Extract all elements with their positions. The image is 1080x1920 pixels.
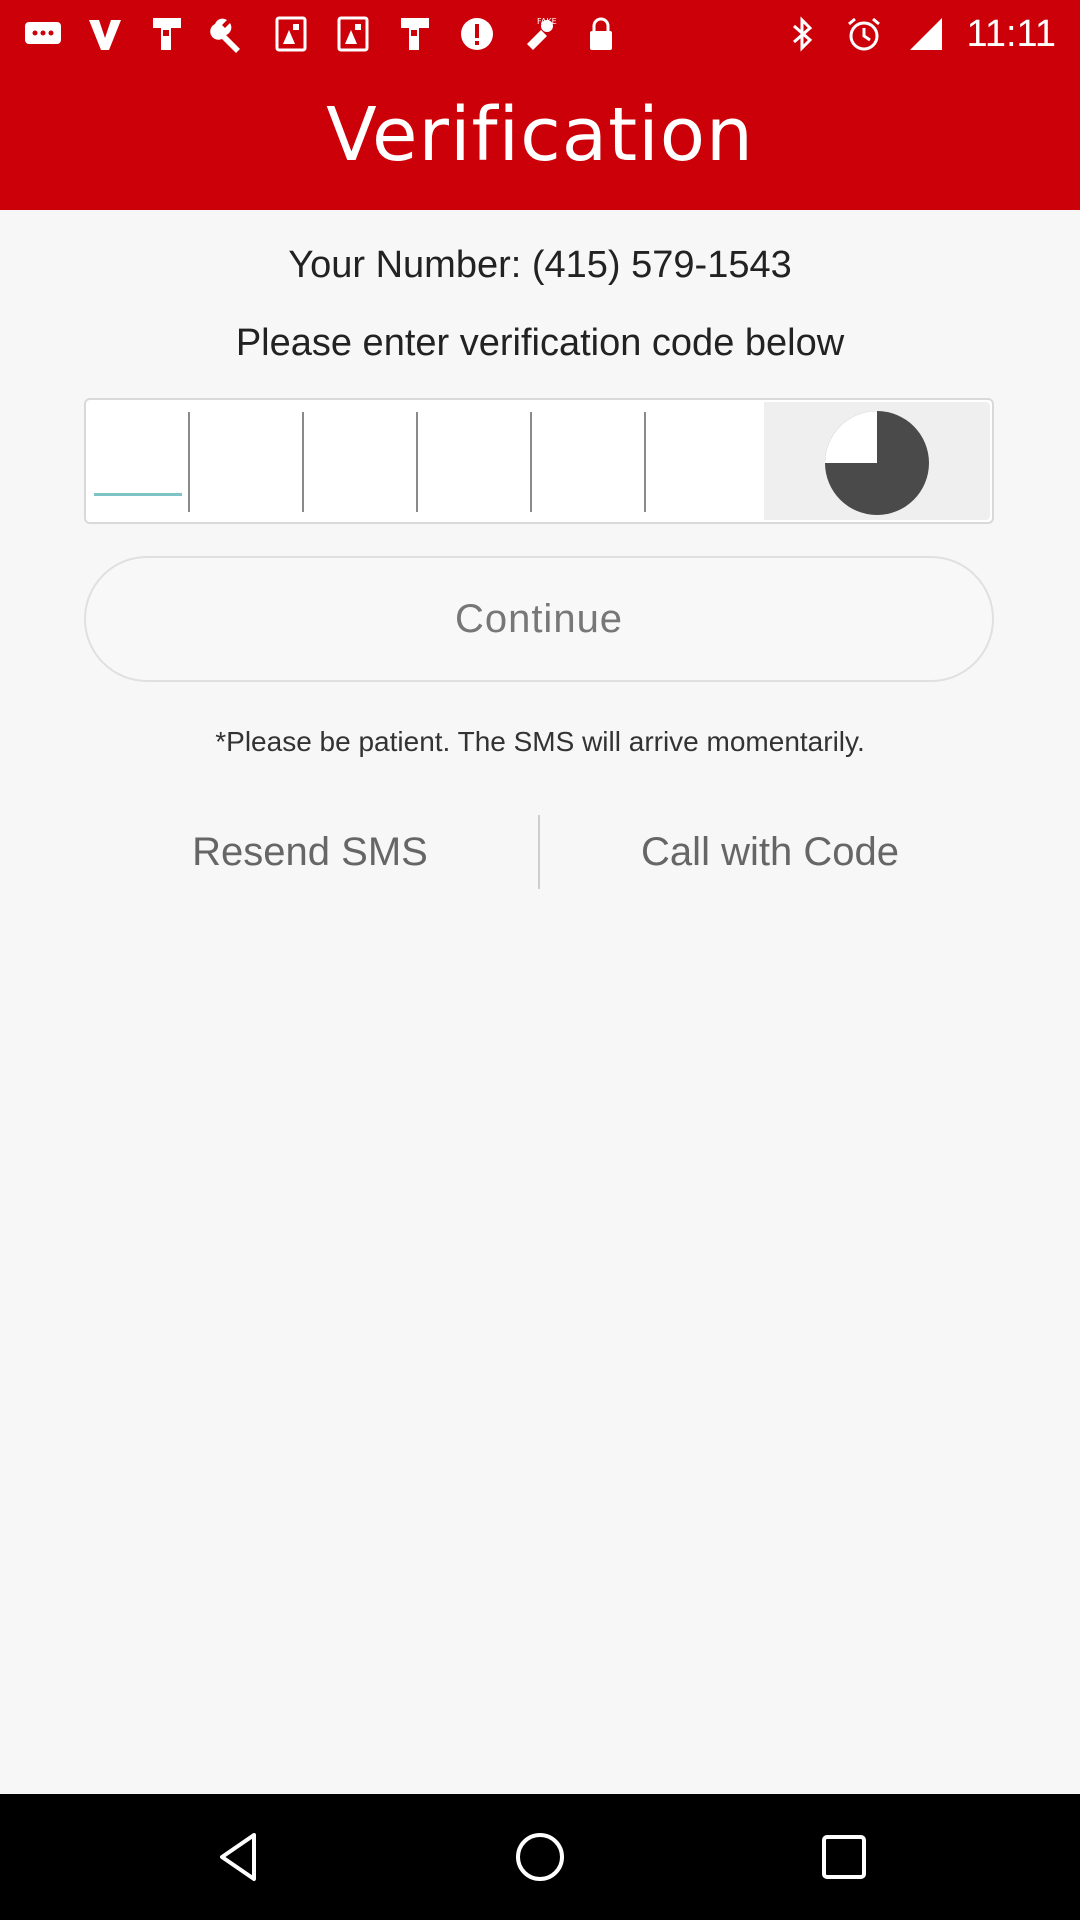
links-divider [538, 815, 540, 889]
status-right-icons: 11:11 [781, 10, 1056, 58]
back-icon[interactable] [210, 1829, 266, 1885]
verification-prompt: Please enter verification code below [235, 322, 845, 364]
screen: FAKE 11:11 Verification Your Number: (41… [0, 0, 1080, 1920]
continue-button[interactable]: Continue [84, 556, 994, 682]
home-icon[interactable] [512, 1829, 568, 1885]
resend-options: Resend SMS Call with Code [0, 815, 1080, 889]
code-digit-5[interactable] [542, 412, 646, 512]
active-digit-underline [94, 493, 182, 496]
patience-note: *Please be patient. The SMS will arrive … [215, 726, 865, 757]
message-icon [22, 13, 64, 55]
status-time: 11:11 [966, 12, 1056, 55]
lock-icon [580, 13, 622, 55]
alert-icon [456, 13, 498, 55]
digit-separator [530, 412, 532, 512]
verification-code-input[interactable] [84, 398, 994, 524]
your-number-text: Your Number: (415) 579-1543 [288, 244, 792, 286]
status-bar: FAKE 11:11 [0, 0, 1080, 66]
call-with-code-link[interactable]: Call with Code [590, 815, 950, 889]
app-header: FAKE 11:11 Verification [0, 0, 1080, 210]
code-digit-3[interactable] [314, 412, 418, 512]
page-title: Verification [326, 92, 754, 178]
digit-separator [644, 412, 646, 512]
wrench-icon [208, 13, 250, 55]
fake-gps-icon: FAKE [518, 13, 560, 55]
digit-separator [416, 412, 418, 512]
svg-text:FAKE: FAKE [537, 17, 557, 26]
alarm-icon [843, 13, 885, 55]
code-digit-1[interactable] [86, 412, 190, 512]
code-digit-6[interactable] [656, 412, 760, 512]
code-digit-4[interactable] [428, 412, 532, 512]
resend-sms-link[interactable]: Resend SMS [130, 815, 490, 889]
countdown-timer-icon [825, 411, 929, 515]
status-left-icons: FAKE [22, 10, 622, 58]
photo-icon [332, 13, 374, 55]
signal-icon [905, 13, 947, 55]
app-icon [146, 13, 188, 55]
countdown-timer [764, 402, 990, 520]
v-icon [84, 13, 126, 55]
digit-separator [188, 412, 190, 512]
recent-apps-icon[interactable] [816, 1829, 872, 1885]
navigation-bar [0, 1794, 1080, 1920]
app-icon [394, 13, 436, 55]
photo-icon [270, 13, 312, 55]
bluetooth-icon [781, 13, 823, 55]
digit-separator [302, 412, 304, 512]
code-digit-2[interactable] [200, 412, 304, 512]
